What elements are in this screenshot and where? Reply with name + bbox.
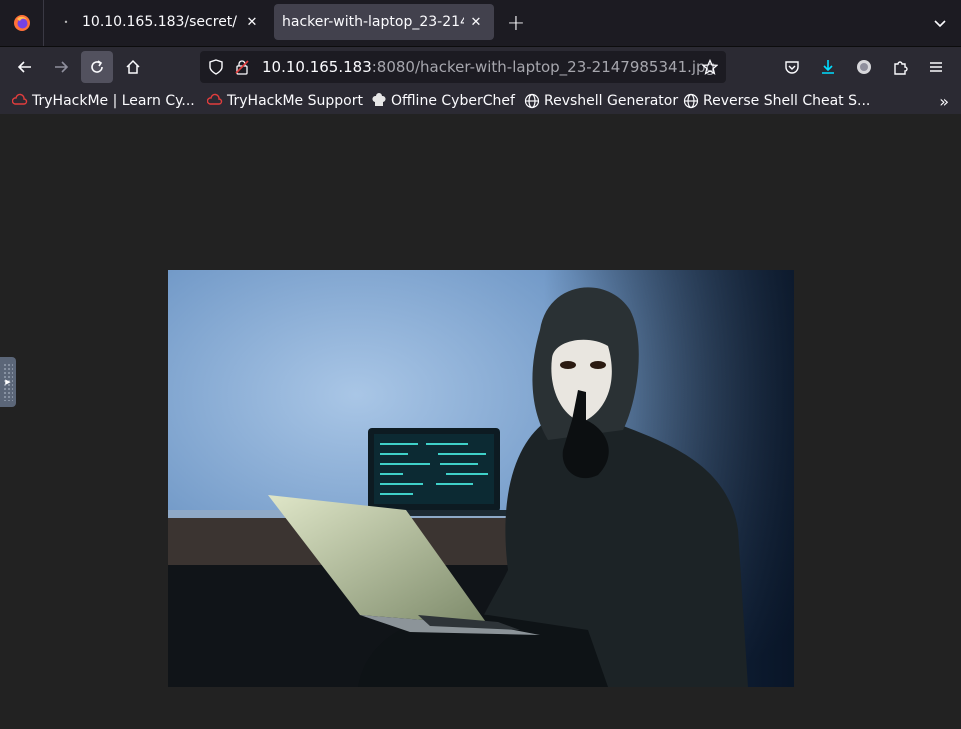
back-button[interactable] [9, 51, 41, 83]
bookmark-label: TryHackMe Support [227, 93, 363, 109]
tryhackme-icon [12, 93, 28, 105]
chevron-down-icon [934, 20, 946, 28]
shield-icon [209, 59, 223, 75]
arrow-right-icon [55, 61, 69, 73]
bookmark-label: Revshell Generator [544, 93, 679, 109]
home-icon [126, 59, 140, 74]
reload-icon [91, 60, 103, 73]
puzzle-icon [894, 61, 908, 75]
tab-title: 10.10.165.183/secret/ [82, 14, 238, 30]
tryhackme-icon [207, 93, 223, 105]
home-button[interactable] [117, 51, 149, 83]
chevron-double-right-icon: » [939, 92, 949, 111]
bookmarks-toolbar: TryHackMe | Learn Cy... TryHackMe Suppor… [0, 86, 961, 114]
cyberchef-icon [372, 93, 386, 106]
url-path: :8080/hacker-with-laptop_23-2147985341.j… [371, 58, 716, 76]
reload-button[interactable] [81, 51, 113, 83]
tab-favicon: • [63, 17, 69, 27]
arrow-left-icon [17, 61, 31, 73]
navigation-toolbar: 10.10.165.183:8080/hacker-with-laptop_23… [0, 46, 961, 86]
bookmark-label: Reverse Shell Cheat S... [703, 93, 871, 109]
bookmark-offline-cyberchef[interactable]: Offline CyberChef [371, 90, 515, 112]
bookmark-tryhackme-support[interactable]: TryHackMe Support [207, 90, 363, 112]
bookmark-label: Offline CyberChef [391, 93, 515, 109]
tab-image[interactable]: hacker-with-laptop_23-2147985341.jpg ✕ [274, 4, 494, 40]
sidebar-toggle-handle[interactable]: ▶ [0, 357, 16, 407]
downloads-button[interactable] [812, 51, 844, 83]
forward-button[interactable] [45, 51, 77, 83]
account-button[interactable] [848, 51, 880, 83]
bookmark-tryhackme-learn[interactable]: TryHackMe | Learn Cy... [12, 90, 195, 112]
url-bar[interactable]: 10.10.165.183:8080/hacker-with-laptop_23… [200, 51, 726, 83]
bookmark-revshell-generator[interactable]: Revshell Generator [524, 90, 678, 112]
download-icon [822, 60, 834, 74]
extensions-button[interactable] [884, 51, 916, 83]
insecure-lock-icon [235, 60, 249, 75]
close-icon[interactable]: ✕ [240, 10, 264, 34]
hamburger-menu-icon [930, 62, 942, 72]
close-icon[interactable]: ✕ [464, 10, 488, 34]
pocket-icon [785, 61, 799, 74]
hacker-with-laptop-image [168, 270, 794, 687]
star-icon[interactable] [702, 59, 718, 75]
play-arrow-icon: ▶ [5, 378, 11, 386]
new-tab-button[interactable]: + [503, 10, 529, 36]
menu-button[interactable] [920, 51, 952, 83]
globe-icon [683, 93, 699, 109]
pocket-button[interactable] [776, 51, 808, 83]
globe-icon [524, 93, 540, 109]
avatar-icon [857, 60, 871, 74]
hacker-photo [168, 270, 794, 687]
firefox-icon [13, 15, 30, 31]
bookmark-label: TryHackMe | Learn Cy... [32, 93, 195, 109]
image-viewer: ▶ [0, 114, 961, 729]
tab-secret[interactable]: • 10.10.165.183/secret/ ✕ [48, 4, 270, 40]
tab-strip: • 10.10.165.183/secret/ ✕ hacker-with-la… [0, 0, 961, 46]
tab-title: hacker-with-laptop_23-2147985341.jpg [282, 14, 464, 30]
firefox-view-button[interactable] [0, 0, 44, 46]
url-host: 10.10.165.183 [262, 58, 372, 76]
bookmarks-overflow-button[interactable]: » [939, 92, 949, 111]
list-all-tabs-button[interactable] [927, 10, 953, 36]
bookmark-reverse-shell-cheat-sheet[interactable]: Reverse Shell Cheat S... [683, 90, 870, 112]
